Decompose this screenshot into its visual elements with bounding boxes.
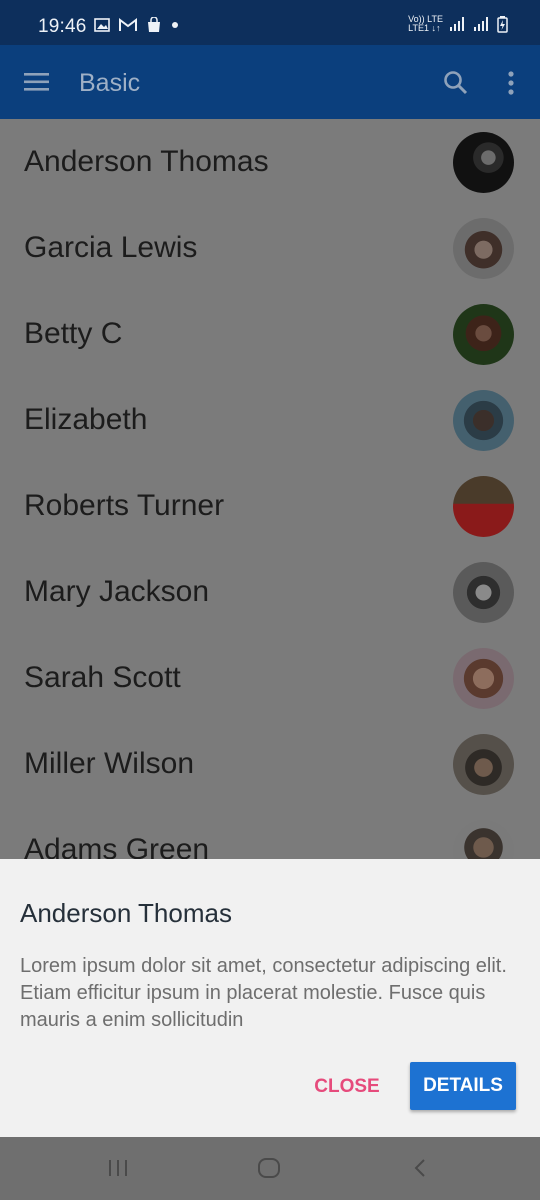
app-bar: Basic <box>0 45 540 119</box>
home-icon[interactable] <box>257 1157 281 1179</box>
more-vert-icon[interactable] <box>506 70 516 96</box>
contact-name: Sarah Scott <box>24 661 181 694</box>
avatar <box>453 390 514 451</box>
contact-row[interactable]: Anderson Thomas <box>0 119 540 205</box>
status-time: 19:46 <box>38 16 87 37</box>
avatar <box>453 648 514 709</box>
contact-name: Miller Wilson <box>24 747 195 780</box>
sheet-body: Lorem ipsum dolor sit amet, consectetur … <box>20 955 507 1031</box>
signal-icon <box>450 17 464 31</box>
contact-row[interactable]: Miller Wilson <box>0 721 540 807</box>
network-type: Vo)) LTE LTE1 ↓↑ <box>408 15 443 33</box>
contact-row[interactable]: Betty C <box>0 291 540 377</box>
contact-name: Garcia Lewis <box>24 231 198 264</box>
app-title: Basic <box>79 69 141 97</box>
signal-icon <box>474 17 488 31</box>
contact-name: Adams Green <box>24 833 210 859</box>
contact-name: Mary Jackson <box>24 575 210 608</box>
contact-row[interactable]: Mary Jackson <box>0 549 540 635</box>
search-icon[interactable] <box>443 70 469 96</box>
avatar <box>453 734 514 795</box>
avatar <box>453 820 514 859</box>
contact-name: Roberts Turner <box>24 489 225 522</box>
shopping-bag-icon <box>148 17 160 32</box>
gallery-icon <box>94 18 110 32</box>
contact-row[interactable]: Garcia Lewis <box>0 205 540 291</box>
contact-row[interactable]: Roberts Turner <box>0 463 540 549</box>
menu-icon[interactable] <box>24 73 49 91</box>
notification-dot-icon <box>172 22 178 28</box>
contact-row[interactable]: Adams Green <box>0 807 540 859</box>
close-button[interactable]: CLOSE <box>302 1062 392 1112</box>
navigation-bar <box>0 1137 540 1200</box>
battery-icon <box>497 15 508 33</box>
gmail-icon <box>119 18 137 31</box>
recents-icon[interactable] <box>107 1157 129 1179</box>
avatar <box>453 476 514 537</box>
status-bar: 19:46 Vo)) LTE LTE1 ↓↑ <box>0 0 540 45</box>
network-line2: LTE1 ↓↑ <box>408 23 441 33</box>
avatar <box>453 304 514 365</box>
contact-row[interactable]: Sarah Scott <box>0 635 540 721</box>
sheet-title: Anderson Thomas <box>20 898 232 928</box>
contact-row[interactable]: Elizabeth <box>0 377 540 463</box>
contact-name: Elizabeth <box>24 403 148 436</box>
bottom-sheet: Anderson Thomas Lorem ipsum dolor sit am… <box>0 859 540 1137</box>
details-button[interactable]: DETAILS <box>410 1062 516 1110</box>
avatar <box>453 218 514 279</box>
contact-name: Anderson Thomas <box>24 145 269 178</box>
back-icon[interactable] <box>411 1157 429 1179</box>
contact-list: Anderson Thomas Garcia Lewis Betty C Eli… <box>0 119 540 859</box>
avatar <box>453 132 514 193</box>
avatar <box>453 562 514 623</box>
contact-name: Betty C <box>24 317 123 350</box>
